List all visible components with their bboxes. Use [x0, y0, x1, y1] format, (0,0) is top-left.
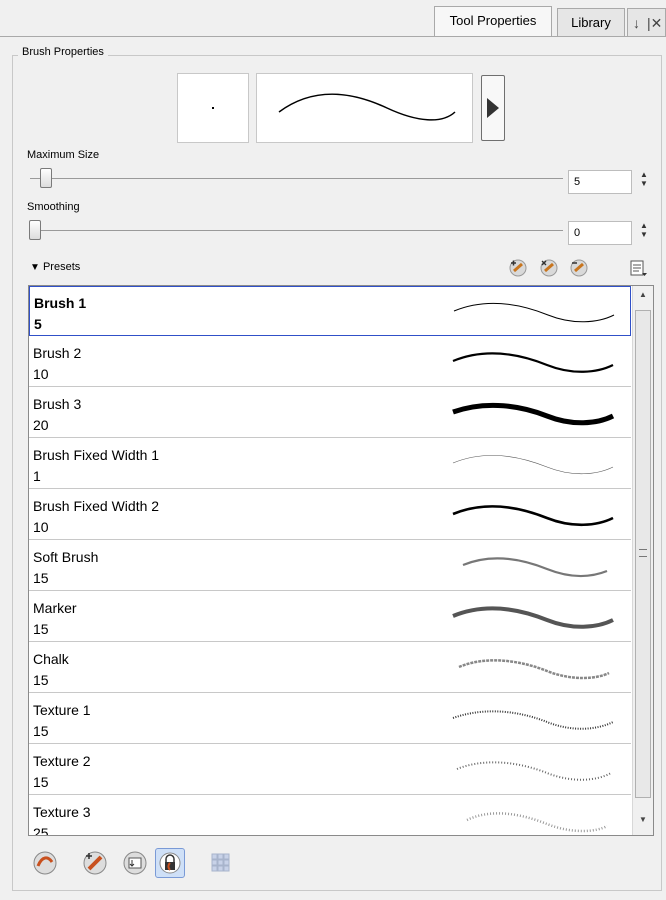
stroke-preview [452, 352, 614, 373]
auto-close-gaps-button[interactable] [30, 848, 60, 878]
preset-size: 15 [33, 570, 49, 586]
lock-color-button[interactable] [155, 848, 185, 878]
expand-preview-button[interactable] [481, 75, 505, 141]
preset-name: Brush Fixed Width 1 [33, 447, 160, 463]
preset-row[interactable]: Soft Brush 15 [29, 541, 631, 591]
preset-row[interactable]: Marker 15 [29, 592, 631, 642]
stroke-preview [462, 557, 608, 578]
max-size-track [30, 178, 563, 179]
preset-row[interactable]: Chalk 15 [29, 643, 631, 693]
preset-size: 10 [33, 366, 49, 382]
preset-name: Brush 1 [34, 295, 87, 311]
presets-menu-icon[interactable] [628, 258, 648, 278]
stroke-preview-svg [278, 93, 456, 121]
presets-label: Presets [42, 261, 81, 273]
brush-stroke-preview [256, 73, 473, 143]
scroll-grip-icon [639, 549, 647, 557]
grid-icon [211, 853, 230, 872]
smoothing-stepper[interactable]: ▲ ▼ [639, 221, 649, 239]
dock-arrow-icon[interactable]: ↓ [633, 9, 640, 37]
stroke-preview [452, 606, 614, 629]
preset-row[interactable]: Brush Fixed Width 2 10 [29, 490, 631, 540]
preset-size: 5 [34, 316, 42, 332]
scroll-up-arrow[interactable]: ▲ [639, 290, 647, 299]
new-preset-icon[interactable] [508, 258, 528, 278]
preset-size: 10 [33, 519, 49, 535]
smoothing-slider[interactable] [29, 220, 41, 240]
preset-row[interactable]: Texture 2 15 [29, 745, 631, 795]
preset-name: Texture 3 [33, 804, 91, 820]
preset-row[interactable]: Brush 2 10 [29, 337, 631, 387]
preset-row[interactable]: Texture 1 15 [29, 694, 631, 744]
close-gap-icon [33, 851, 57, 875]
preset-size: 20 [33, 417, 49, 433]
smoothing-field[interactable]: 0 [568, 221, 632, 245]
brush-properties-title: Brush Properties [18, 46, 108, 58]
close-icon[interactable]: |✕ [647, 9, 662, 37]
preset-size: 15 [33, 774, 49, 790]
stroke-sort-button[interactable] [120, 848, 150, 878]
presets-toggle[interactable]: ▼ Presets [30, 261, 80, 273]
lock-icon [159, 852, 181, 874]
preset-row[interactable]: Brush 3 20 [29, 388, 631, 438]
preset-size: 15 [33, 672, 49, 688]
smoothing-label: Smoothing [27, 201, 80, 213]
preset-row[interactable]: Texture 3 25 [29, 796, 631, 836]
max-size-label: Maximum Size [27, 149, 100, 161]
triangle-down-icon: ▼ [30, 262, 40, 273]
preset-row[interactable]: Brush Fixed Width 1 1 [29, 439, 631, 489]
draw-behind-button[interactable] [80, 848, 110, 878]
preset-size: 15 [33, 723, 49, 739]
tab-tool-properties[interactable]: Tool Properties [434, 6, 552, 36]
tab-underline [0, 36, 666, 37]
preset-size: 1 [33, 468, 41, 484]
smoothing-track [30, 230, 563, 231]
preset-size: 25 [33, 825, 49, 836]
delete-preset-icon[interactable] [569, 258, 589, 278]
scroll-down-arrow[interactable]: ▼ [639, 815, 647, 824]
stroke-preview [452, 505, 614, 527]
stroke-preview [458, 659, 610, 680]
stroke-preview [466, 812, 608, 833]
preset-size: 15 [33, 621, 49, 637]
brush-paint-icon [83, 851, 107, 875]
grid-toggle-button[interactable] [206, 848, 236, 878]
stroke-preview [452, 402, 615, 426]
preset-name: Brush Fixed Width 2 [33, 498, 160, 514]
stroke-preview [452, 455, 614, 475]
max-size-field[interactable]: 5 [568, 170, 632, 194]
preset-name: Brush 2 [33, 345, 82, 361]
brush-tip-dot [212, 107, 214, 109]
max-size-slider[interactable] [40, 168, 52, 188]
preset-name: Texture 2 [33, 753, 91, 769]
stroke-preview [456, 761, 612, 781]
preset-name: Chalk [33, 651, 69, 667]
preset-row[interactable]: Brush 1 5 [29, 286, 631, 336]
sort-order-icon [123, 851, 147, 875]
stroke-preview [452, 710, 614, 730]
panel-controls: ↓ |✕ [627, 8, 666, 36]
presets-list: Brush 1 5 Brush 2 10 Brush 3 20 Brush Fi… [28, 285, 654, 836]
max-size-stepper[interactable]: ▲ ▼ [639, 170, 649, 188]
preset-name: Soft Brush [33, 549, 99, 565]
preset-name: Brush 3 [33, 396, 82, 412]
tab-library[interactable]: Library [557, 8, 625, 36]
rename-preset-icon[interactable] [539, 258, 559, 278]
scrollbar-thumb[interactable] [635, 310, 651, 798]
play-arrow-icon [487, 98, 499, 118]
preset-name: Marker [33, 600, 77, 616]
presets-scrollbar[interactable]: ▲ ▼ [632, 286, 653, 835]
stroke-preview [453, 302, 615, 323]
preset-name: Texture 1 [33, 702, 91, 718]
brush-tip-preview [177, 73, 249, 143]
